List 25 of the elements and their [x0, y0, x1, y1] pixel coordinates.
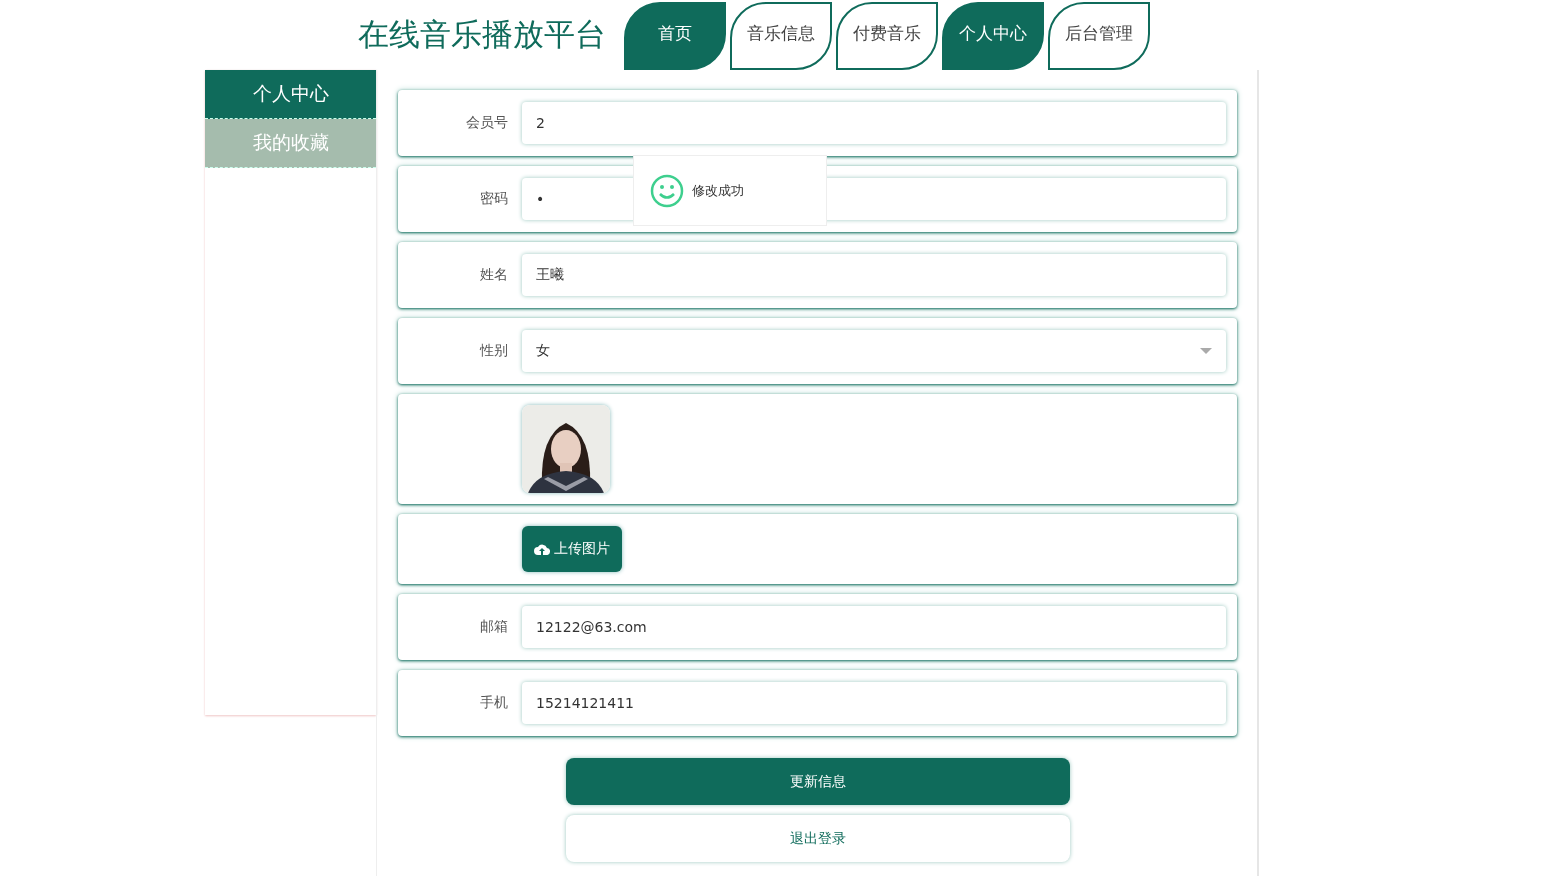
field-label: 密码 — [479, 190, 508, 208]
input-field[interactable]: 12122@63.com — [522, 606, 1226, 648]
smiley-icon — [650, 173, 684, 208]
field-label: 性别 — [478, 342, 508, 360]
update-button[interactable]: 更新信息 — [565, 758, 1070, 805]
upload-button[interactable]: 上传图片 — [522, 526, 622, 572]
select-field[interactable]: 女 — [522, 330, 1226, 372]
caret-icon — [1200, 348, 1212, 354]
input-field[interactable]: 2 — [522, 102, 1226, 144]
nav-tab[interactable]: 付费音乐 — [836, 2, 938, 70]
toast-message: 修改成功 — [692, 181, 744, 200]
nav-tab[interactable]: 音乐信息 — [730, 2, 832, 70]
field-label: 会员号 — [465, 114, 508, 132]
sidebar-item[interactable]: 个人中心 — [205, 70, 376, 119]
nav-tab[interactable]: 后台管理 — [1048, 2, 1150, 70]
nav-tab[interactable]: 首页 — [624, 2, 726, 70]
input-field[interactable]: 15214121411 — [522, 682, 1226, 724]
site-title: 在线音乐播放平台 — [358, 15, 606, 54]
logout-button[interactable]: 退出登录 — [565, 815, 1070, 862]
nav-tab[interactable]: 个人中心 — [942, 2, 1044, 70]
field-label: 邮箱 — [479, 618, 508, 636]
cloud-upload-icon — [534, 543, 550, 555]
field-label: 手机 — [479, 694, 508, 712]
input-field[interactable]: 王曦 — [522, 254, 1226, 296]
field-label: 姓名 — [479, 266, 508, 284]
